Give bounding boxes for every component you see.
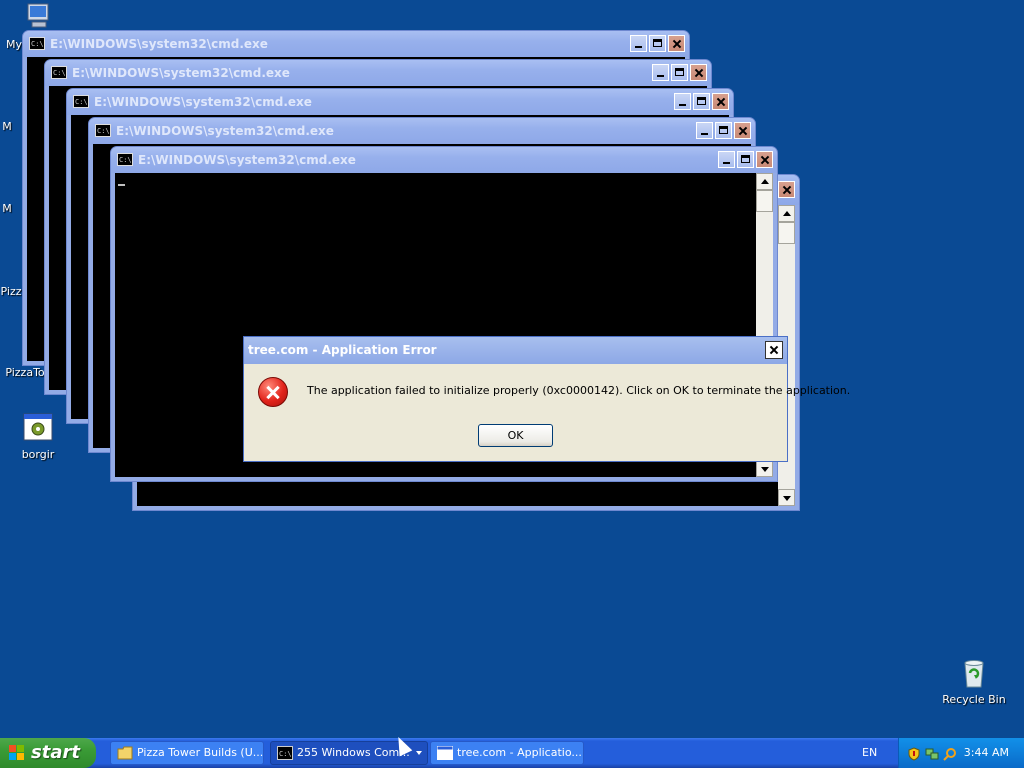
- window-title: E:\WINDOWS\system32\cmd.exe: [50, 37, 268, 51]
- desktop-icon-label: Recycle Bin: [942, 693, 1006, 706]
- network-icon[interactable]: [925, 746, 939, 760]
- taskbar-item-dialog[interactable]: tree.com - Applicatio...: [430, 741, 584, 765]
- desktop-icon-label: PizzaTo: [5, 366, 45, 379]
- minimize-button[interactable]: [630, 35, 647, 52]
- desktop-icon-partial[interactable]: M: [0, 120, 22, 133]
- search-icon[interactable]: [943, 746, 957, 761]
- taskbar-item-label: tree.com - Applicatio...: [457, 746, 582, 759]
- security-shield-icon[interactable]: [907, 746, 921, 761]
- cmd-icon: C:\: [277, 746, 293, 760]
- minimize-button[interactable]: [652, 64, 669, 81]
- scroll-up-button[interactable]: [778, 205, 795, 222]
- start-button[interactable]: start: [0, 738, 96, 768]
- window-title: E:\WINDOWS\system32\cmd.exe: [72, 66, 290, 80]
- window-title: E:\WINDOWS\system32\cmd.exe: [116, 124, 334, 138]
- desktop-icon-label: M: [2, 202, 12, 215]
- close-button[interactable]: [765, 341, 783, 359]
- maximize-button[interactable]: [649, 35, 666, 52]
- minimize-button[interactable]: [674, 93, 691, 110]
- scroll-up-button[interactable]: [756, 173, 773, 190]
- svg-text:C:\: C:\: [279, 750, 292, 758]
- title-bar[interactable]: E:\WINDOWS\system32\cmd.exe: [111, 147, 777, 173]
- language-indicator[interactable]: EN: [862, 738, 877, 768]
- dialog-title-bar[interactable]: tree.com - Application Error: [244, 337, 787, 364]
- ok-button[interactable]: OK: [478, 424, 553, 447]
- text-cursor: [118, 184, 125, 186]
- maximize-button[interactable]: [737, 151, 754, 168]
- cmd-icon: [117, 147, 133, 173]
- desktop-icon-recycle-bin[interactable]: Recycle Bin: [936, 657, 1012, 706]
- recycle-bin-icon: [958, 657, 990, 689]
- scroll-down-button[interactable]: [778, 489, 795, 506]
- close-button[interactable]: [734, 122, 751, 139]
- cmd-icon: [51, 60, 67, 86]
- desktop-icon-label: My: [6, 38, 23, 51]
- title-bar[interactable]: E:\WINDOWS\system32\cmd.exe: [67, 89, 733, 115]
- title-bar[interactable]: E:\WINDOWS\system32\cmd.exe: [89, 118, 755, 144]
- title-bar[interactable]: E:\WINDOWS\system32\cmd.exe: [45, 60, 711, 86]
- scroll-thumb[interactable]: [778, 222, 795, 244]
- minimize-button[interactable]: [718, 151, 735, 168]
- chevron-down-icon: [416, 751, 422, 755]
- application-icon: [22, 412, 54, 444]
- cmd-icon: [29, 31, 45, 57]
- maximize-button[interactable]: [693, 93, 710, 110]
- close-button[interactable]: [668, 35, 685, 52]
- close-button[interactable]: [756, 151, 773, 168]
- close-button[interactable]: [690, 64, 707, 81]
- scroll-thumb[interactable]: [756, 190, 773, 212]
- maximize-button[interactable]: [715, 122, 732, 139]
- taskbar-item-label: Pizza Tower Builds (U...: [137, 746, 264, 759]
- window-title: E:\WINDOWS\system32\cmd.exe: [94, 95, 312, 109]
- window-icon: [437, 746, 453, 760]
- desktop-icon-label: borgir: [21, 448, 55, 461]
- maximize-button[interactable]: [671, 64, 688, 81]
- desktop-icon-label: M: [2, 120, 12, 133]
- dialog-title: tree.com - Application Error: [248, 343, 437, 357]
- error-icon: [258, 377, 288, 407]
- minimize-button[interactable]: [696, 122, 713, 139]
- windows-logo-icon: [9, 745, 25, 761]
- taskbar: start Pizza Tower Builds (U... C:\ 255 W…: [0, 738, 1024, 768]
- clock[interactable]: 3:44 AM: [964, 738, 1009, 768]
- error-message: The application failed to initialize pro…: [307, 384, 851, 397]
- error-dialog[interactable]: tree.com - Application Error The applica…: [243, 336, 850, 462]
- close-button[interactable]: [712, 93, 729, 110]
- cmd-icon: [73, 89, 89, 115]
- close-button[interactable]: [778, 181, 795, 198]
- folder-icon: [117, 746, 133, 760]
- desktop-icon-partial[interactable]: M: [0, 202, 22, 215]
- desktop: My M M Pizz PizzaTo borgir Recycle Bin E…: [0, 0, 1024, 738]
- desktop-icon-borgir[interactable]: borgir: [0, 412, 76, 461]
- cmd-icon: [95, 118, 111, 144]
- taskbar-item-label: 255 Windows Com...: [297, 746, 410, 759]
- system-tray: 3:44 AM: [898, 738, 1024, 768]
- window-title: E:\WINDOWS\system32\cmd.exe: [138, 153, 356, 167]
- taskbar-item-folder[interactable]: Pizza Tower Builds (U...: [110, 741, 264, 765]
- scroll-down-button[interactable]: [756, 460, 773, 477]
- start-label: start: [31, 742, 80, 763]
- desktop-icon-pizzatower[interactable]: PizzaTo: [0, 366, 50, 379]
- title-bar[interactable]: E:\WINDOWS\system32\cmd.exe: [23, 31, 689, 57]
